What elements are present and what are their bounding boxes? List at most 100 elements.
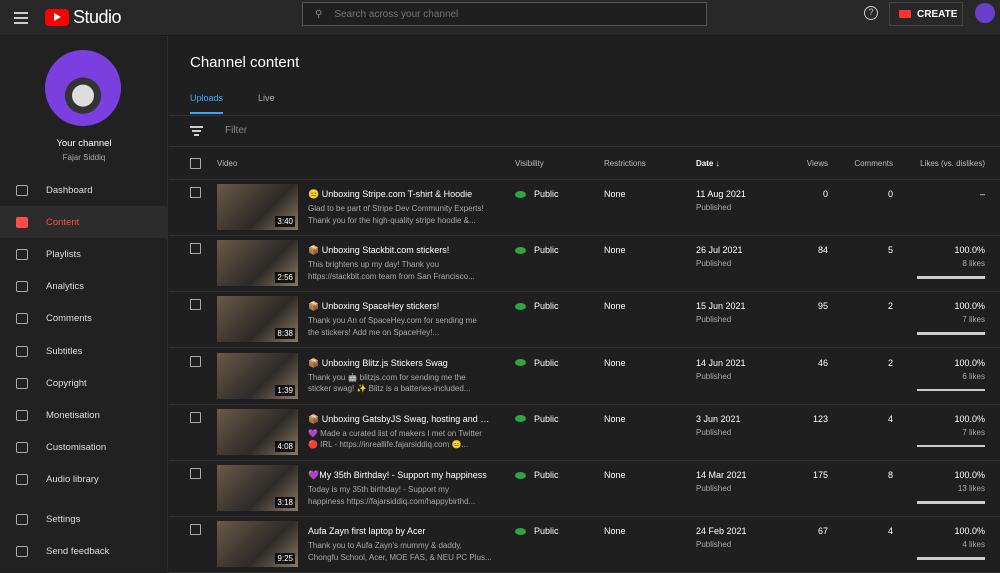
table-header: Video Visibility Restrictions Date ↓ Vie… — [169, 146, 1000, 180]
table-row[interactable]: 3:18 💜My 35th Birthday! - Support my happ… — [169, 461, 1000, 517]
search-box[interactable]: ⚲ — [302, 2, 707, 26]
col-date[interactable]: Date ↓ — [696, 159, 720, 168]
col-video: Video — [217, 159, 238, 168]
sidebar-item-analytics[interactable]: Analytics — [0, 271, 168, 303]
status: Published — [696, 371, 732, 381]
row-checkbox[interactable] — [190, 243, 201, 255]
tab-live[interactable]: Live — [258, 93, 275, 103]
duration-badge: 3:18 — [275, 497, 295, 508]
visibility-label: Public — [534, 189, 559, 199]
video-title[interactable]: Aufa Zayn first laptop by Acer — [308, 526, 493, 536]
comments: 4 — [887, 413, 893, 424]
visibility[interactable]: Public — [515, 414, 559, 424]
sidebar-item-audio-library[interactable]: Audio library — [0, 464, 168, 496]
video-description: Thank you An of SpaceHey.com for sending… — [308, 315, 493, 338]
monetisation-icon — [16, 409, 28, 421]
row-checkbox[interactable] — [190, 355, 201, 367]
date: 15 Jun 2021 — [696, 301, 746, 312]
row-checkbox[interactable] — [190, 468, 201, 479]
likes-count: 8 likes — [962, 259, 985, 269]
video-title[interactable]: 📦 Unboxing GatsbyJS Swag, hosting and ma… — [308, 414, 493, 425]
video-description: Glad to be part of Stripe Dev Community … — [308, 203, 493, 226]
sidebar-item-settings[interactable]: Settings — [0, 503, 168, 535]
row-checkbox[interactable] — [190, 299, 201, 311]
sidebar-item-monetisation[interactable]: Monetisation — [0, 399, 168, 431]
video-thumbnail[interactable]: 3:18 — [217, 465, 298, 511]
date: 3 Jun 2021 — [696, 413, 741, 424]
menu-icon[interactable] — [14, 12, 28, 27]
help-icon[interactable]: ? — [864, 6, 878, 20]
restrictions: None — [604, 526, 626, 537]
sidebar-item-label: Send feedback — [46, 545, 110, 557]
sidebar-item-content[interactable]: Content — [0, 206, 168, 239]
channel-avatar[interactable] — [45, 50, 121, 126]
filter-icon[interactable] — [190, 126, 203, 138]
sidebar-item-label: Content — [46, 216, 80, 228]
visibility[interactable]: Public — [515, 526, 559, 536]
video-thumbnail[interactable]: 1:39 — [217, 352, 298, 399]
table-row[interactable]: 2:56 📦 Unboxing Stackbit.com stickers! Thi… — [169, 236, 1000, 293]
analytics-icon — [16, 281, 28, 293]
video-title[interactable]: 💜My 35th Birthday! - Support my happines… — [308, 470, 493, 481]
video-thumbnail[interactable]: 8:38 — [217, 296, 298, 343]
video-thumbnail[interactable]: 4:08 — [217, 408, 298, 455]
likes-count: 6 likes — [962, 371, 985, 381]
row-checkbox[interactable] — [190, 187, 201, 198]
visibility[interactable]: Public — [515, 358, 559, 368]
video-thumbnail[interactable]: 3:40 — [217, 184, 298, 230]
table-row[interactable]: 3:40 😐 Unboxing Stripe.com T-shirt & Hood… — [169, 180, 1000, 236]
sidebar-item-send-feedback[interactable]: Send feedback — [0, 535, 168, 567]
sidebar-item-customisation[interactable]: Customisation — [0, 432, 168, 464]
sidebar-item-comments[interactable]: Comments — [0, 303, 168, 335]
filter-input[interactable]: Filter — [225, 125, 247, 136]
row-checkbox[interactable] — [190, 524, 201, 536]
likes-bar — [917, 557, 985, 560]
description-line: Thank you 🤖 blitzjs.com for sending me t… — [308, 372, 466, 382]
video-title[interactable]: 😐 Unboxing Stripe.com T-shirt & Hoodie — [308, 189, 493, 200]
tab-uploads[interactable]: Uploads — [190, 93, 224, 114]
account-avatar[interactable] — [975, 3, 995, 23]
channel-name: Fajar Siddiq — [62, 153, 106, 162]
studio-logo[interactable]: Studio — [45, 7, 122, 28]
top-bar: Studio ⚲ ? CREATE — [0, 0, 1000, 36]
video-title[interactable]: 📦 Unboxing Stackbit.com stickers! — [308, 245, 493, 256]
table-row[interactable]: 4:08 📦 Unboxing GatsbyJS Swag, hosting an… — [169, 405, 1000, 461]
dashboard-icon — [16, 184, 28, 196]
visibility[interactable]: Public — [515, 189, 559, 199]
col-views[interactable]: Views — [769, 159, 828, 168]
description-line: Today is my 35th birthday! - Support my — [308, 485, 449, 494]
sidebar-item-dashboard[interactable]: Dashboard — [0, 174, 168, 206]
sidebar-item-copyright[interactable]: Copyright — [0, 367, 168, 399]
row-checkbox[interactable] — [190, 411, 201, 423]
video-thumbnail[interactable]: 9:25 — [217, 521, 298, 568]
search-icon: ⚲ — [315, 8, 323, 20]
col-restrictions[interactable]: Restrictions — [604, 159, 646, 168]
video-thumbnail[interactable]: 2:56 — [217, 240, 298, 287]
col-comments[interactable]: Comments — [829, 159, 893, 168]
video-title[interactable]: 📦 Unboxing Blitz.js Stickers Swag — [308, 358, 493, 369]
sidebar-item-label: Comments — [46, 313, 92, 325]
description-line: Glad to be part of Stripe Dev Community … — [308, 204, 484, 213]
sidebar-item-subtitles[interactable]: Subtitles — [0, 335, 168, 367]
table-row[interactable]: 1:39 📦 Unboxing Blitz.js Stickers Swag Tha… — [169, 349, 1000, 405]
visibility[interactable]: Public — [515, 245, 559, 255]
table-row[interactable]: 8:38 📦 Unboxing SpaceHey stickers! Thank y… — [169, 292, 1000, 349]
status: Published — [696, 540, 732, 550]
sidebar-item-label: Monetisation — [46, 409, 100, 421]
visibility-label: Public — [534, 526, 559, 537]
video-title[interactable]: 📦 Unboxing SpaceHey stickers! — [308, 301, 493, 312]
col-visibility[interactable]: Visibility — [515, 159, 544, 168]
create-button[interactable]: CREATE — [889, 2, 963, 26]
likes-count: 7 likes — [962, 427, 985, 437]
table-row[interactable]: 9:25 Aufa Zayn first laptop by Acer Thank … — [169, 517, 1000, 573]
select-all-checkbox[interactable] — [190, 158, 201, 169]
visibility[interactable]: Public — [515, 470, 559, 480]
sidebar-item-label: Playlists — [46, 248, 81, 260]
likes-bar — [917, 332, 985, 335]
description-line: happiness https://fajarsiddiq.com/happyb… — [308, 496, 476, 506]
visibility[interactable]: Public — [515, 301, 559, 311]
col-likes[interactable]: Likes (vs. dislikes) — [885, 159, 985, 168]
gear-icon — [16, 513, 28, 525]
search-input[interactable] — [334, 8, 665, 20]
sidebar-item-playlists[interactable]: Playlists — [0, 238, 168, 270]
